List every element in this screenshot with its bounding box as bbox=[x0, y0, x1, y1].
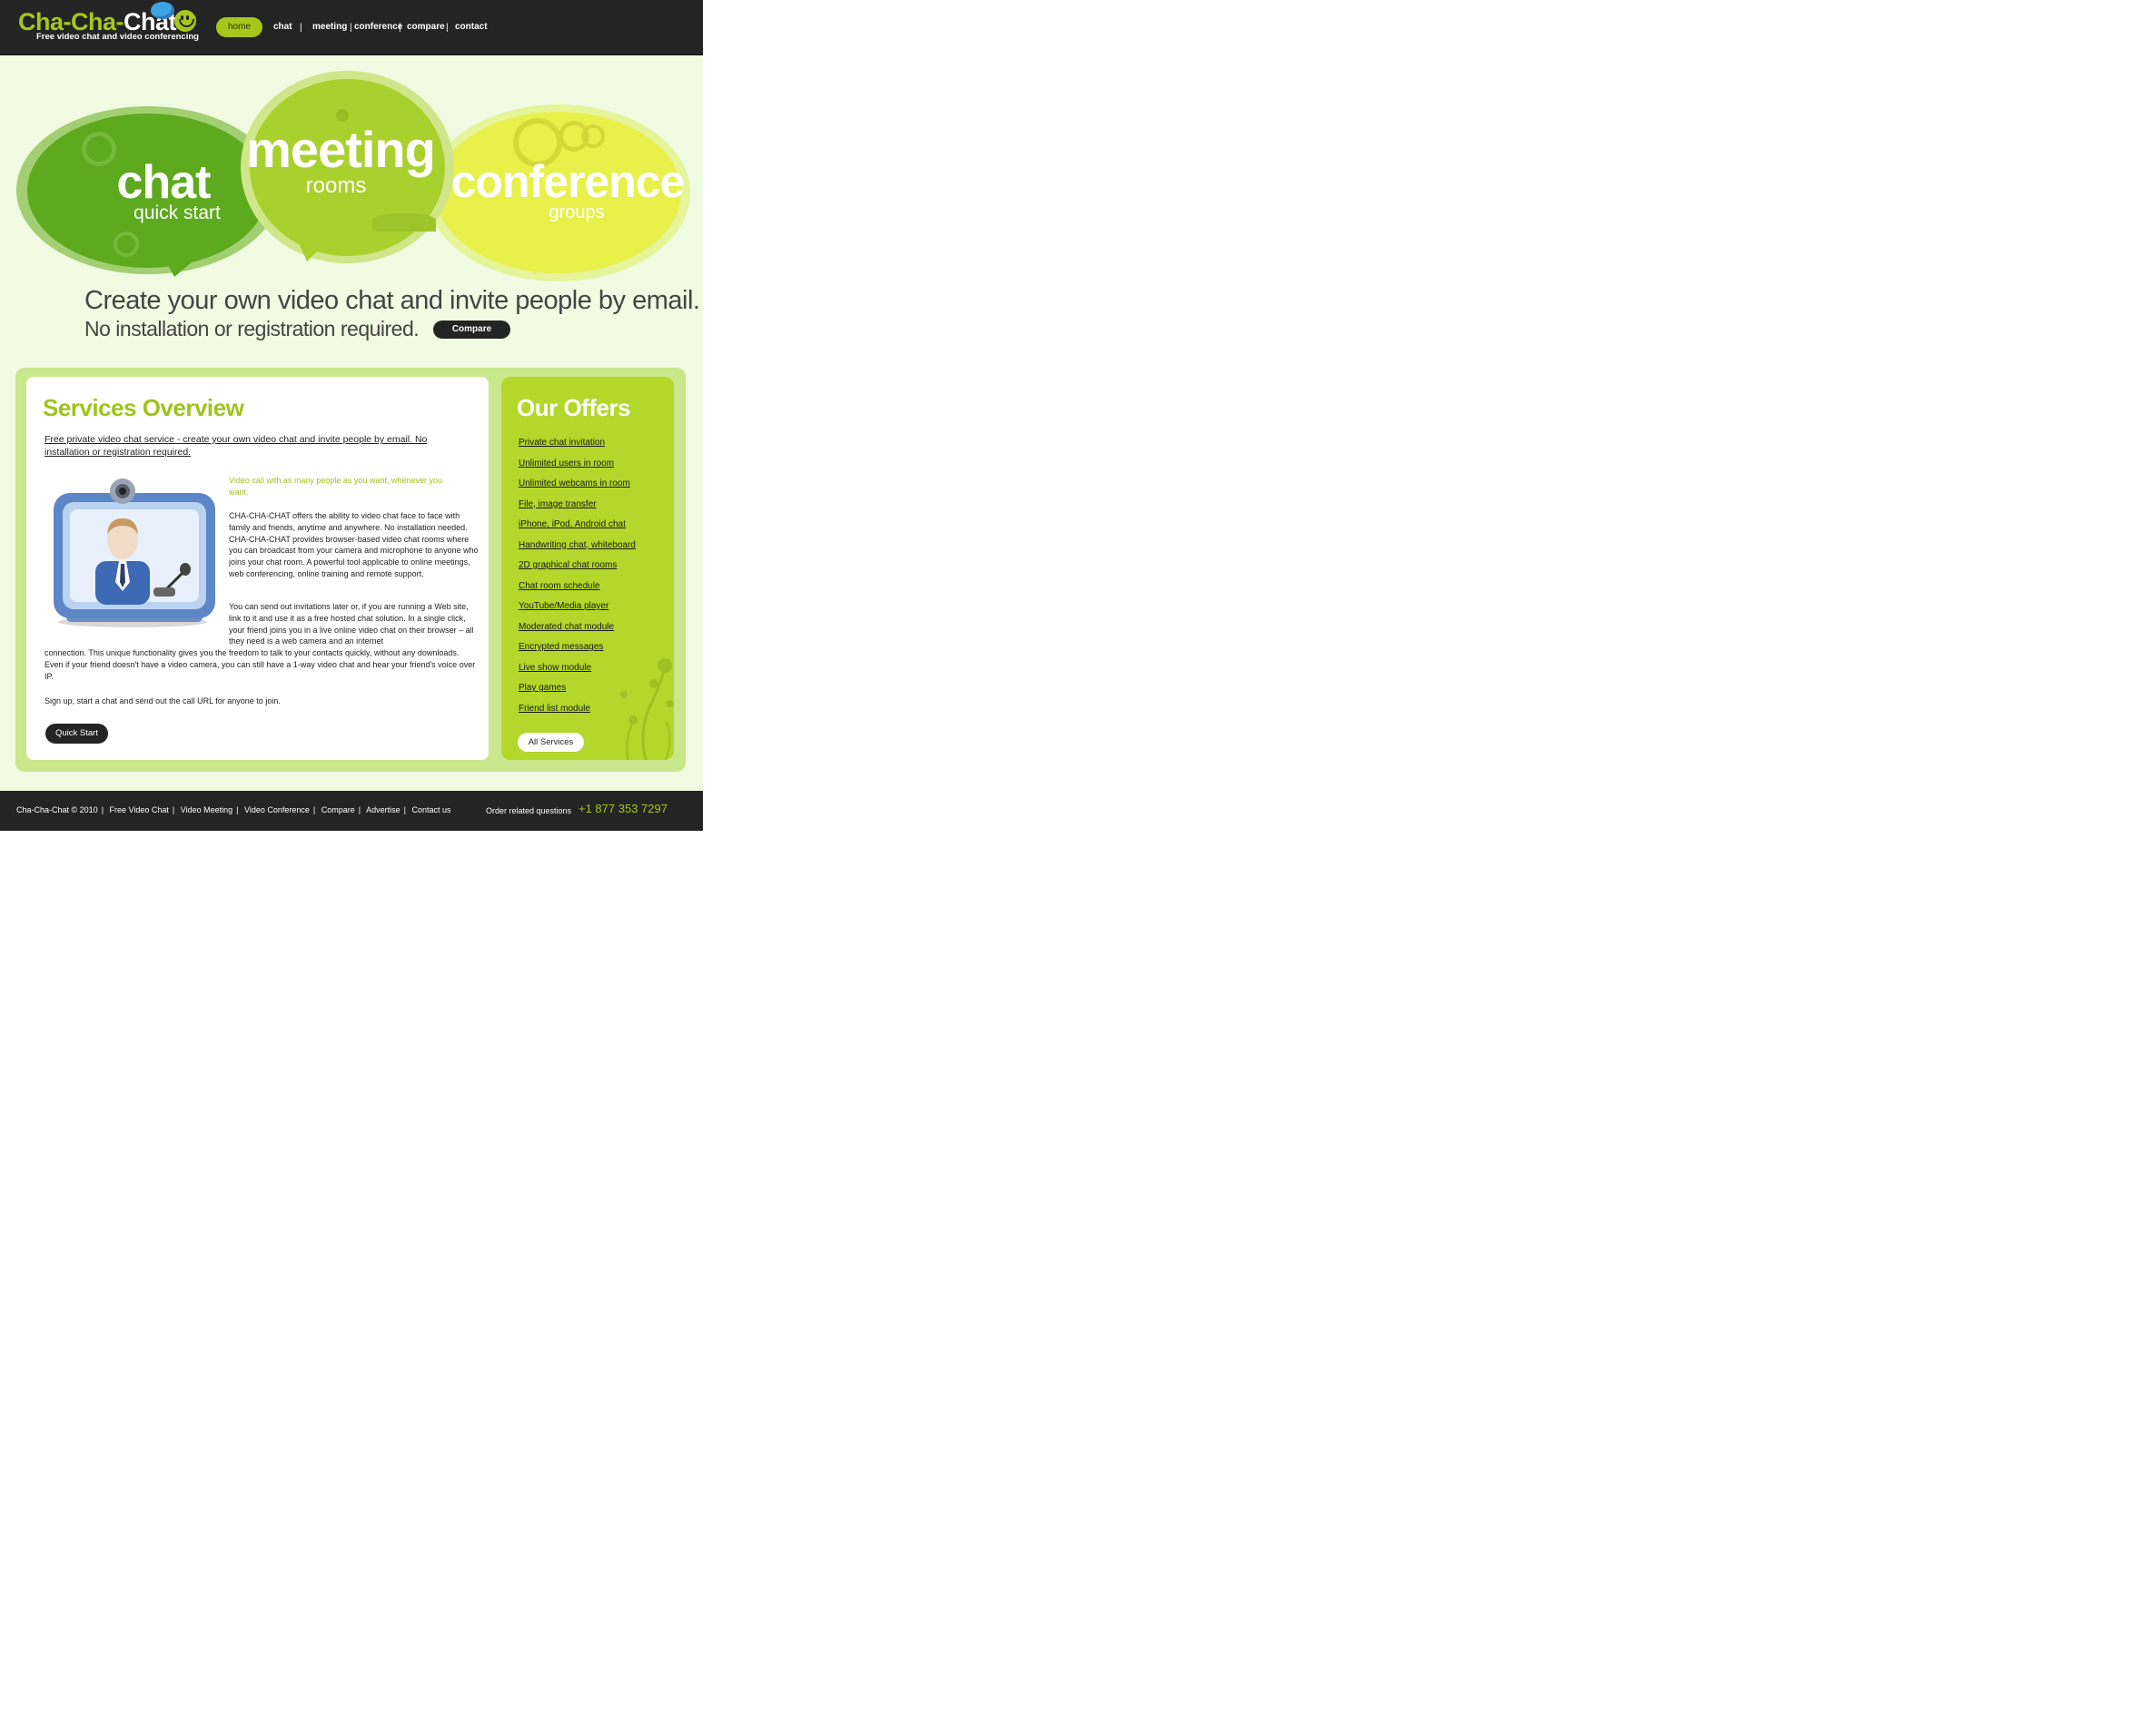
video-chat-illustration bbox=[46, 475, 221, 631]
smiley-icon bbox=[174, 10, 196, 32]
speech-bubble-icon bbox=[151, 2, 174, 19]
offer-link[interactable]: Chat room schedule bbox=[519, 580, 636, 601]
tagline-line2: No installation or registration required… bbox=[84, 317, 420, 340]
tagline-line1: Create your own video chat and invite pe… bbox=[84, 286, 700, 315]
header: Cha-Cha-Chat Free video chat and video c… bbox=[0, 0, 703, 55]
offer-link[interactable]: Encrypted messages bbox=[519, 641, 636, 662]
conference-subtitle: groups bbox=[549, 202, 605, 222]
flower-icon bbox=[114, 232, 139, 257]
nav-meeting[interactable]: meeting bbox=[312, 17, 347, 37]
nav-separator: | bbox=[350, 23, 352, 33]
footer-separator: | bbox=[236, 805, 239, 814]
services-paragraph: You can send out invitations later or, i… bbox=[229, 602, 474, 646]
conference-title[interactable]: conference bbox=[436, 159, 699, 204]
services-intro-link[interactable]: Free private video chat service - create… bbox=[44, 433, 471, 459]
offer-link[interactable]: Unlimited webcams in room bbox=[519, 478, 636, 498]
nav-chat[interactable]: chat bbox=[273, 17, 292, 37]
nav-separator: | bbox=[446, 23, 449, 33]
logo-tagline: Free video chat and video conferencing bbox=[36, 32, 199, 42]
logo[interactable]: Cha-Cha-Chat Free video chat and video c… bbox=[18, 2, 209, 47]
page: Cha-Cha-Chat Free video chat and video c… bbox=[0, 0, 703, 831]
nav-separator: | bbox=[399, 23, 401, 33]
meeting-bubble-tail bbox=[300, 245, 323, 261]
flower-icon bbox=[336, 109, 349, 122]
phone-number[interactable]: +1 877 353 7297 bbox=[578, 802, 668, 815]
nav-contact[interactable]: contact bbox=[455, 17, 488, 37]
meeting-subtitle: rooms bbox=[305, 173, 367, 198]
hero-tagline: Create your own video chat and invite pe… bbox=[84, 285, 702, 341]
services-paragraph: connection. This unique functionality gi… bbox=[44, 648, 476, 681]
nav-conference[interactable]: conference bbox=[354, 17, 402, 37]
order-questions-label: Order related questions bbox=[486, 806, 572, 815]
services-title: Services Overview bbox=[43, 394, 244, 421]
offer-link[interactable]: Moderated chat module bbox=[519, 621, 636, 642]
hero-banner: chat quick start meeting rooms conferenc… bbox=[14, 68, 690, 286]
all-services-button[interactable]: All Services bbox=[518, 733, 584, 752]
offer-link[interactable]: Play games bbox=[519, 682, 636, 703]
offer-link[interactable]: YouTube/Media player bbox=[519, 600, 636, 621]
conference-bubble-tail bbox=[522, 254, 548, 274]
offers-title: Our Offers bbox=[517, 394, 631, 421]
offer-link[interactable]: File, image transfer bbox=[519, 498, 636, 519]
offer-link[interactable]: Private chat invitation bbox=[519, 437, 636, 458]
footer-link-advertise[interactable]: Advertise bbox=[366, 805, 400, 814]
footer-link-video-conference[interactable]: Video Conference bbox=[244, 805, 310, 814]
footer-links: Cha-Cha-Chat © 2010 | Free Video Chat | Vi… bbox=[16, 805, 455, 814]
offer-link[interactable]: 2D graphical chat rooms bbox=[519, 559, 636, 580]
services-accent-text: Video call with as many people as you wa… bbox=[229, 476, 442, 497]
chat-title[interactable]: chat bbox=[100, 159, 227, 206]
offer-link[interactable]: Friend list module bbox=[519, 703, 636, 724]
footer-separator: | bbox=[358, 805, 361, 814]
our-offers-box: Our Offers Private chat invitation Unlimi… bbox=[501, 377, 674, 760]
footer-separator: | bbox=[312, 805, 316, 814]
footer-copyright: Cha-Cha-Chat © 2010 bbox=[16, 805, 98, 814]
meeting-title[interactable]: meeting bbox=[232, 124, 450, 175]
footer: Cha-Cha-Chat © 2010 | Free Video Chat | Vi… bbox=[0, 791, 703, 831]
offer-link[interactable]: Live show module bbox=[519, 662, 636, 683]
nav-separator: | bbox=[300, 23, 302, 33]
offers-list: Private chat invitation Unlimited users i… bbox=[519, 437, 636, 723]
services-paragraph: CHA-CHA-CHAT offers the ability to video… bbox=[229, 511, 479, 578]
offer-link[interactable]: iPhone, iPod, Android chat bbox=[519, 518, 636, 539]
content-panel: Services Overview Free private video cha… bbox=[15, 368, 686, 772]
chat-subtitle: quick start bbox=[134, 202, 221, 223]
nav-home[interactable]: home bbox=[216, 17, 263, 37]
offer-link[interactable]: Unlimited users in room bbox=[519, 458, 636, 478]
footer-link-free-video-chat[interactable]: Free Video Chat bbox=[110, 805, 169, 814]
quick-start-button[interactable]: Quick Start bbox=[45, 724, 108, 744]
footer-separator: | bbox=[172, 805, 175, 814]
chat-bubble-tail bbox=[163, 257, 198, 277]
swirl-icon bbox=[581, 124, 605, 148]
compare-button[interactable]: Compare bbox=[433, 321, 510, 339]
footer-link-contact-us[interactable]: Contact us bbox=[412, 805, 451, 814]
footer-link-video-meeting[interactable]: Video Meeting bbox=[181, 805, 232, 814]
services-overview-box: Services Overview Free private video cha… bbox=[26, 377, 489, 760]
offer-link[interactable]: Handwriting chat, whiteboard bbox=[519, 539, 636, 560]
footer-separator: | bbox=[403, 805, 407, 814]
footer-separator: | bbox=[101, 805, 104, 814]
nav-compare[interactable]: compare bbox=[407, 17, 445, 37]
grass-icon bbox=[372, 213, 436, 232]
services-paragraph: Sign up, start a chat and send out the c… bbox=[44, 696, 281, 705]
footer-link-compare[interactable]: Compare bbox=[321, 805, 355, 814]
